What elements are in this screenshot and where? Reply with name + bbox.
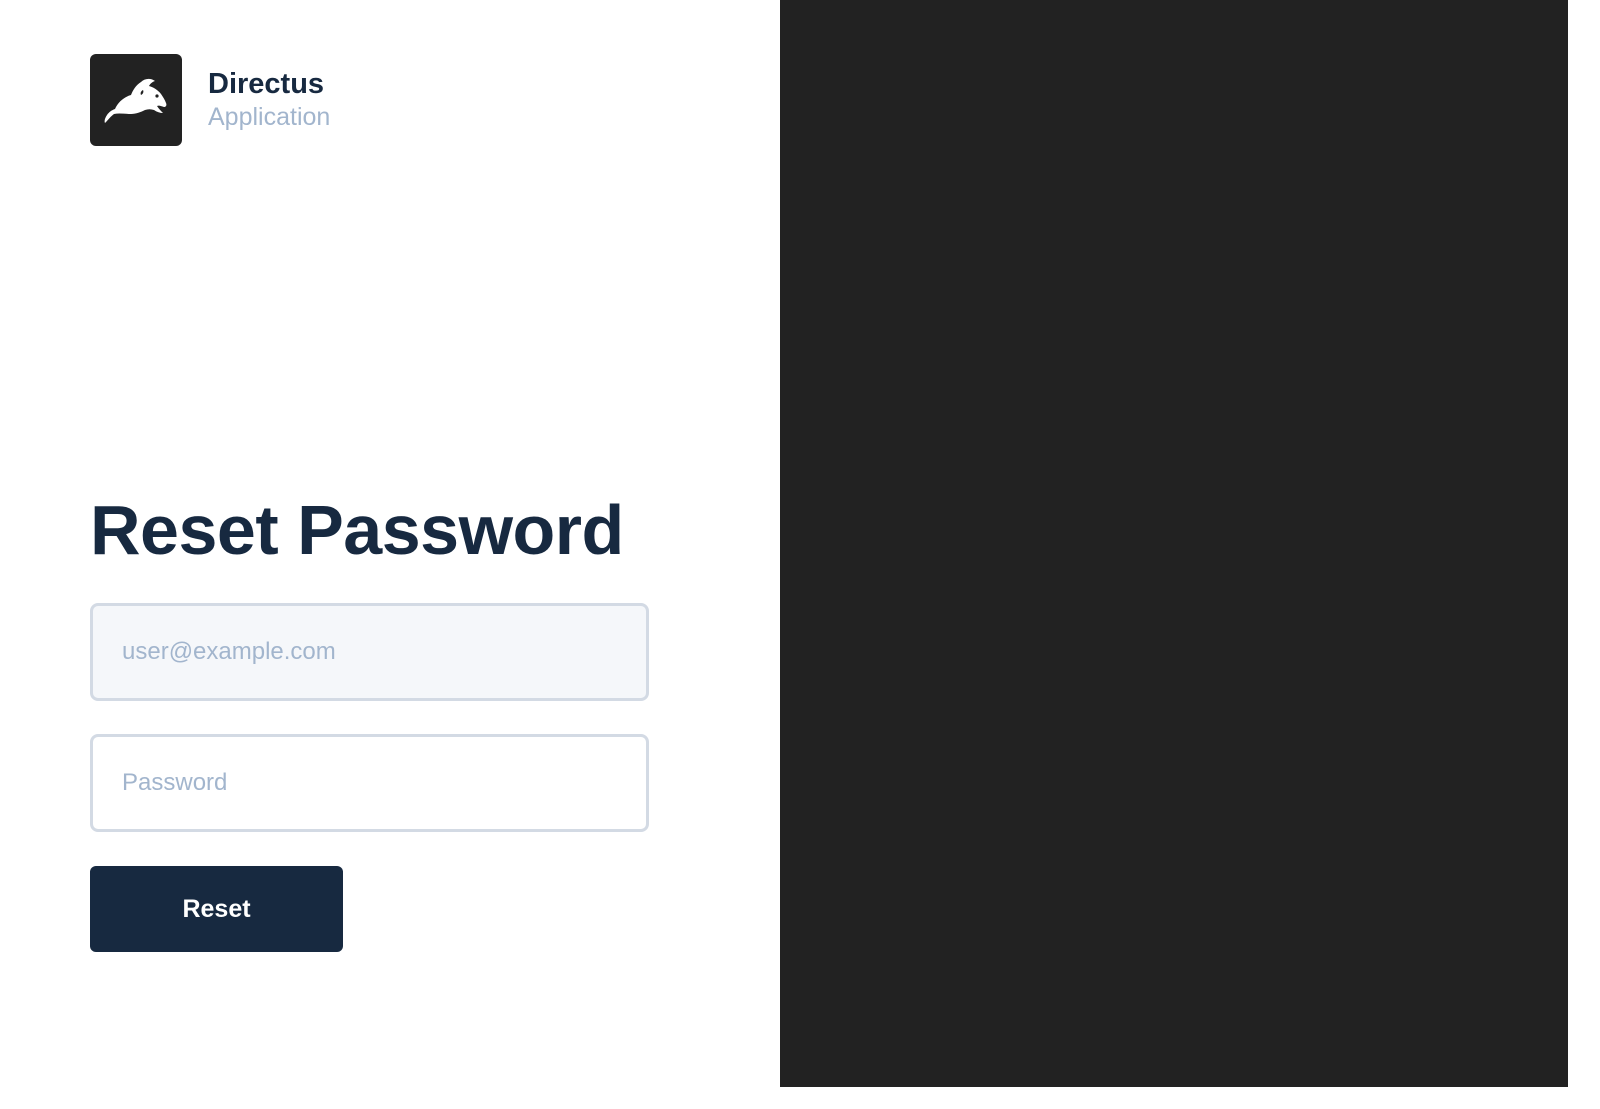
password-input[interactable] xyxy=(120,768,646,798)
brand-text: Directus Application xyxy=(208,67,330,133)
rabbit-icon xyxy=(104,78,167,123)
brand-header: Directus Application xyxy=(90,54,330,146)
page-title: Reset Password xyxy=(90,491,624,569)
email-input[interactable] xyxy=(120,637,646,667)
reset-button[interactable]: Reset xyxy=(90,866,343,952)
reset-form: Reset Password Reset xyxy=(90,488,650,952)
email-field-wrapper xyxy=(90,603,649,701)
project-name: Directus xyxy=(208,68,325,100)
password-field-wrapper xyxy=(90,734,649,832)
background-panel xyxy=(780,0,1568,1087)
form-panel: Directus Application Reset Password Rese… xyxy=(0,0,780,1109)
right-edge-strip xyxy=(1568,0,1600,1109)
reset-password-page: Directus Application Reset Password Rese… xyxy=(0,0,1600,1109)
project-logo xyxy=(90,54,182,146)
project-subtitle: Application xyxy=(208,103,331,131)
bottom-strip xyxy=(780,1087,1600,1109)
